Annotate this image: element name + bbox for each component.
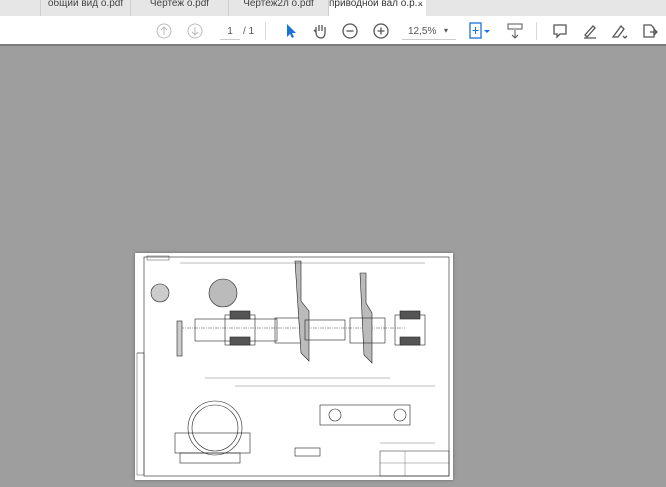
arrow-down-circle-icon — [187, 23, 203, 39]
fit-page-button[interactable] — [468, 22, 492, 40]
share-button[interactable] — [641, 22, 659, 40]
previous-page-button[interactable] — [155, 22, 173, 40]
tab-chertezh2l[interactable]: Чертеж2л о.pdf — [228, 0, 328, 16]
next-page-button[interactable] — [186, 22, 204, 40]
page-number-input[interactable] — [220, 24, 240, 40]
comment-icon — [553, 24, 567, 39]
pen-icon — [584, 25, 596, 39]
sign-icon — [611, 25, 628, 39]
arrow-up-circle-icon — [156, 23, 172, 39]
plus-circle-icon — [373, 23, 389, 39]
tab-privodnoy-val[interactable]: приводной вал о.р... × — [328, 0, 426, 16]
zoom-value: 12,5% — [408, 26, 437, 37]
tab-obshchiy-vid[interactable]: общий вид о.pdf — [40, 0, 130, 16]
cursor-icon — [287, 24, 296, 38]
technical-drawing — [136, 255, 450, 477]
pdf-page — [135, 253, 453, 480]
tab-label: приводной вал о.р... — [329, 0, 423, 9]
scroll-icon — [507, 23, 523, 39]
share-icon — [643, 24, 658, 38]
zoom-in-button[interactable] — [372, 22, 390, 40]
tab-bar: общий вид о.pdf Чертеж о.pdf Чертеж2л о.… — [0, 0, 666, 16]
fit-page-icon — [469, 22, 490, 39]
divider — [265, 22, 266, 40]
tab-chertezh[interactable]: Чертеж о.pdf — [130, 0, 228, 16]
page-total: / 1 — [243, 26, 255, 37]
toolbar: / 1 12,5% ▾ — [0, 16, 666, 46]
divider — [536, 22, 537, 40]
close-tab-icon[interactable]: × — [418, 0, 423, 9]
select-tool-button[interactable] — [282, 22, 300, 40]
highlight-button[interactable] — [581, 22, 599, 40]
zoom-out-button[interactable] — [341, 22, 359, 40]
scroll-mode-button[interactable] — [506, 22, 524, 40]
hand-tool-button[interactable] — [311, 22, 329, 40]
tab-label: Чертеж о.pdf — [149, 0, 210, 9]
minus-circle-icon — [342, 23, 358, 39]
sign-button[interactable] — [611, 22, 629, 40]
chevron-down-icon: ▾ — [444, 26, 449, 35]
tab-label: Чертеж2л о.pdf — [243, 0, 314, 9]
hand-icon — [313, 25, 326, 39]
comment-button[interactable] — [551, 22, 569, 40]
zoom-level-select[interactable]: 12,5% ▾ — [402, 24, 456, 40]
tab-label: общий вид о.pdf — [47, 0, 124, 9]
